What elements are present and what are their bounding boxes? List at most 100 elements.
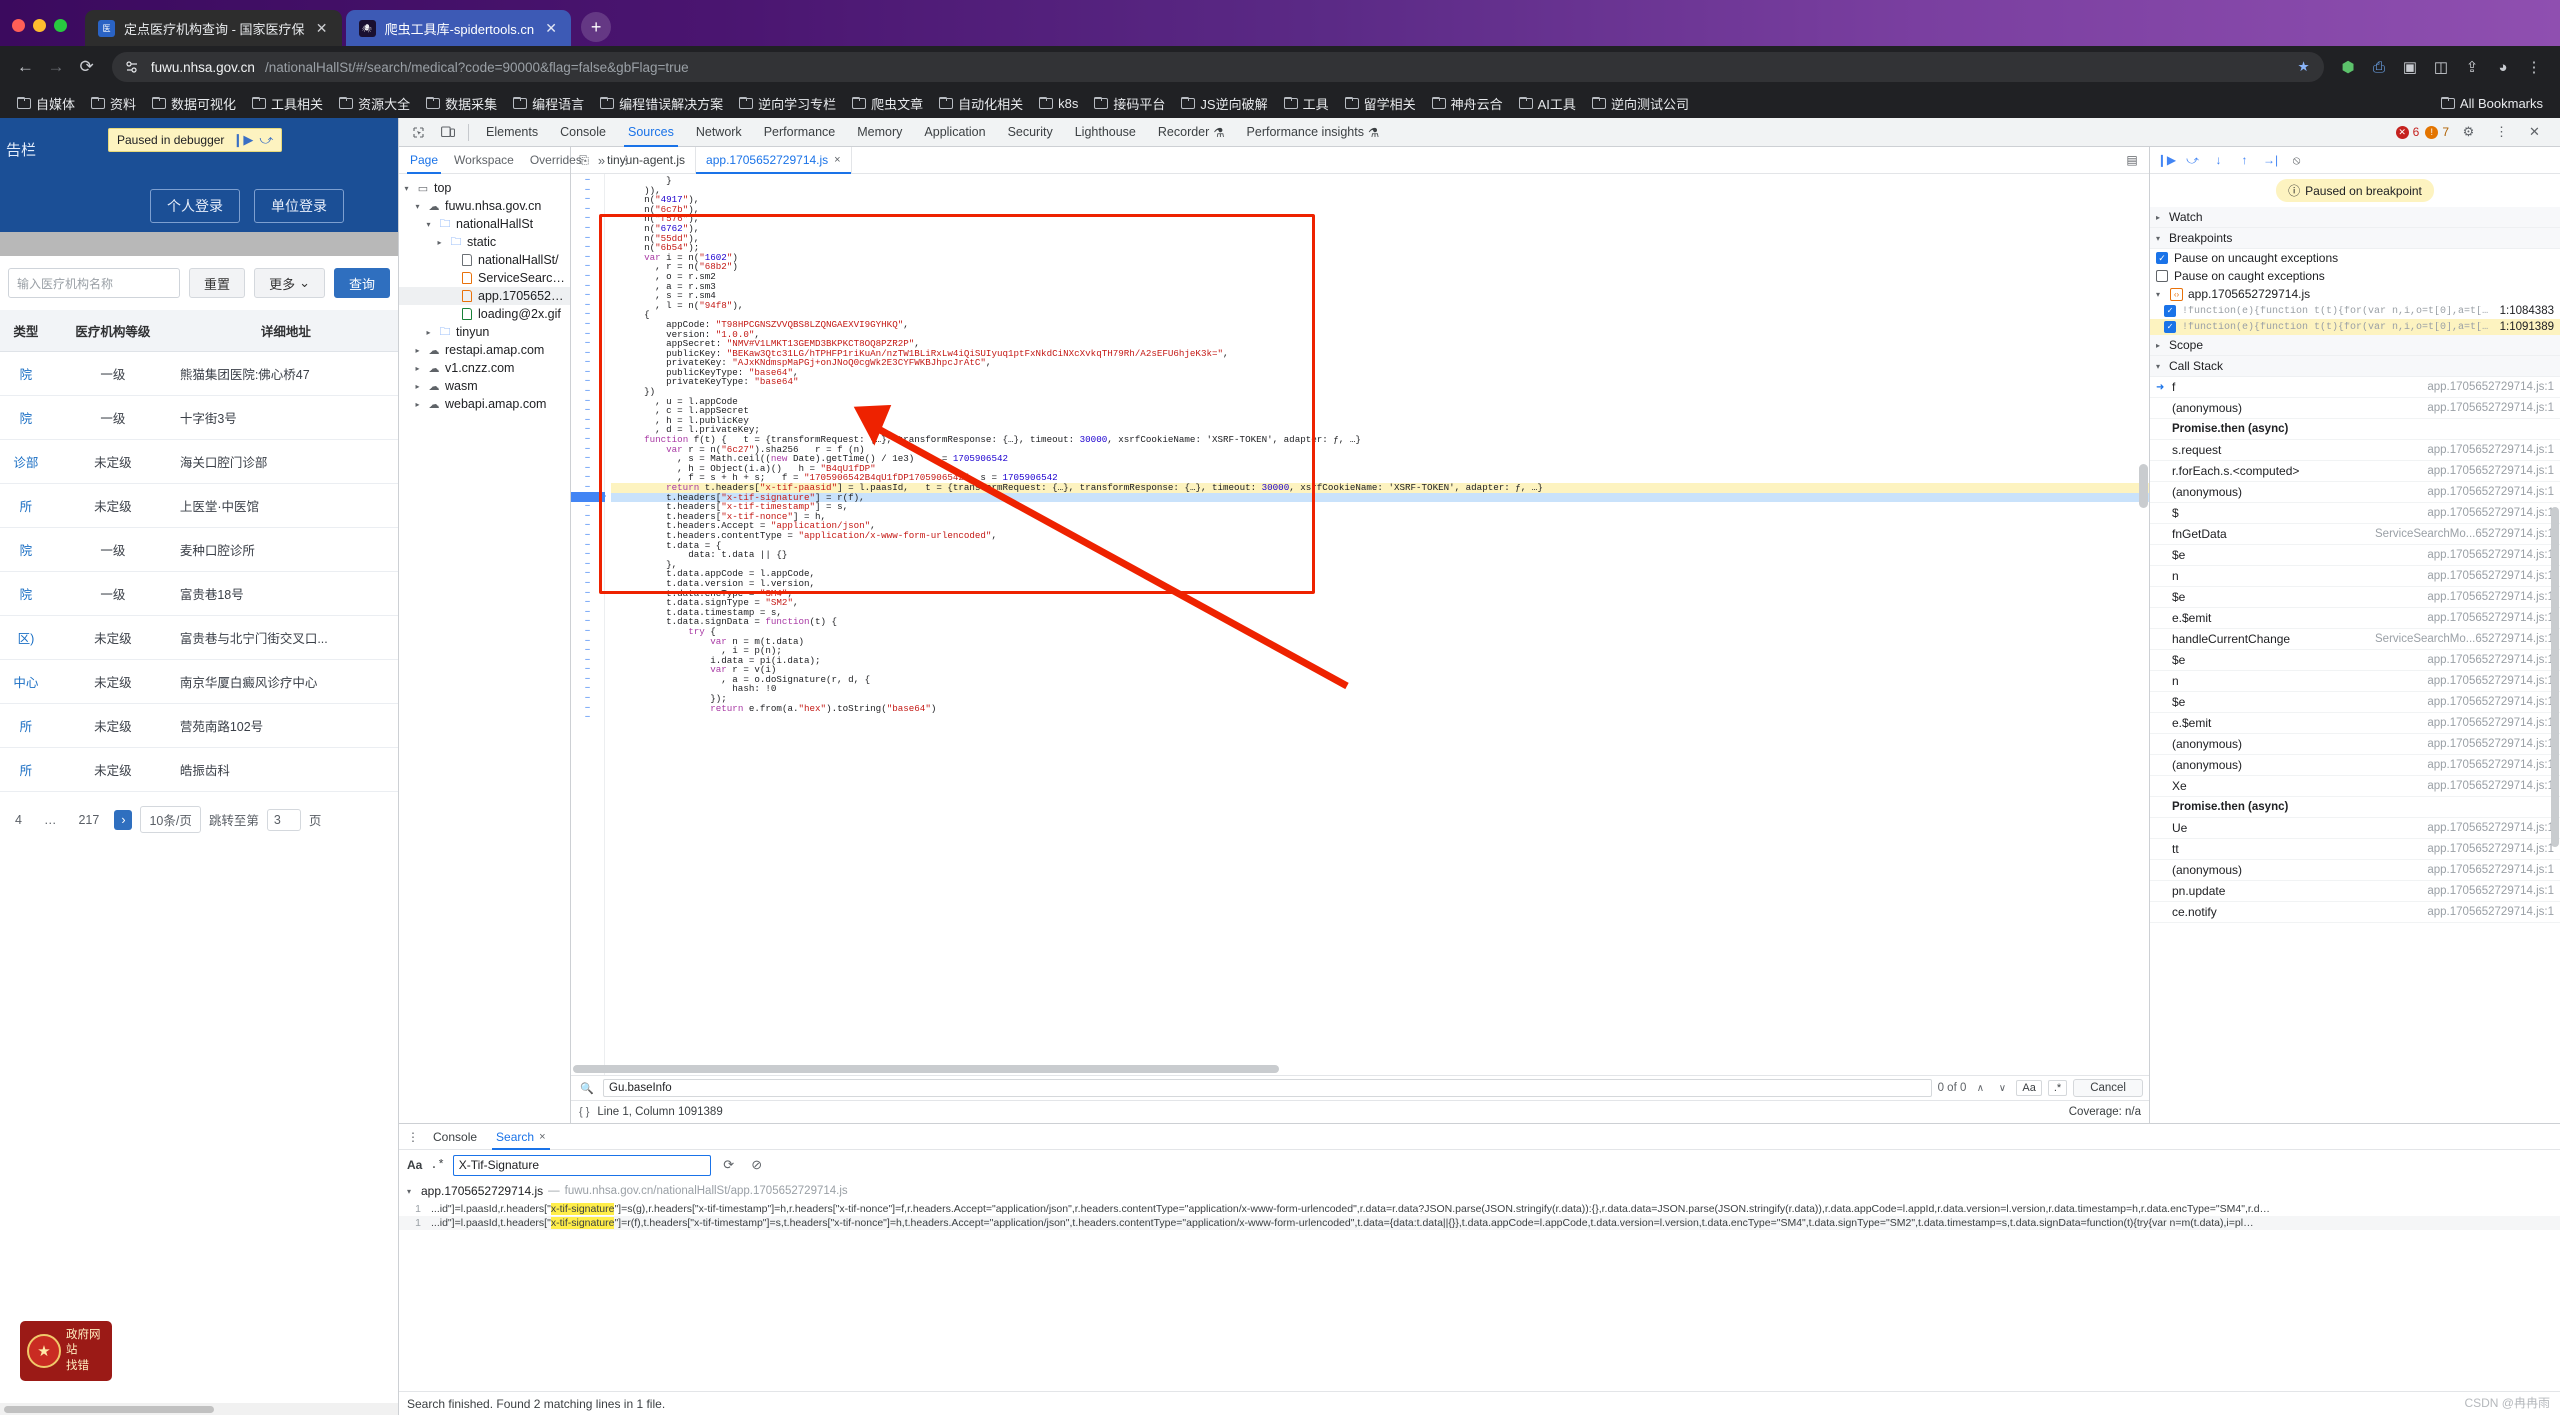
forward-button[interactable]: →	[43, 52, 70, 82]
tab-performance[interactable]: Performance	[754, 118, 846, 147]
breakpoint-item[interactable]: ✓ !function(e){function t(t){for(var n,i…	[2150, 303, 2560, 319]
gear-icon[interactable]: ⚙	[2455, 120, 2482, 145]
maximize-window-button[interactable]	[54, 19, 67, 32]
tree-node-folder-static[interactable]: ▸ 🗀 static	[399, 233, 570, 251]
step-out-icon[interactable]: ↑	[2233, 149, 2256, 171]
tab-network[interactable]: Network	[686, 118, 752, 147]
close-tab-1-icon[interactable]: ✕	[314, 20, 330, 37]
address-bar[interactable]: fuwu.nhsa.gov.cn/nationalHallSt/#/search…	[111, 52, 2325, 82]
device-toolbar-icon[interactable]	[434, 120, 461, 145]
jump-to-input[interactable]: 3	[266, 808, 301, 831]
bookmark-item[interactable]: 数据可视化	[145, 90, 243, 117]
tab-security[interactable]: Security	[998, 118, 1063, 147]
bookmark-item[interactable]: 资源大全	[332, 90, 417, 117]
back-button[interactable]: ←	[12, 52, 39, 82]
all-bookmarks-button[interactable]: All Bookmarks	[2434, 92, 2550, 115]
bookmark-item[interactable]: 神舟云合	[1425, 90, 1510, 117]
bookmark-item[interactable]: 资料	[84, 90, 143, 117]
find-regex-button[interactable]: .*	[2047, 1080, 2068, 1096]
find-previous-icon[interactable]: ∧	[1972, 1083, 1988, 1094]
caret-icon[interactable]: ▾	[2156, 290, 2165, 299]
breakpoint-file-group[interactable]: ▾ ‹› app.1705652729714.js	[2150, 285, 2560, 303]
tab-recorder[interactable]: Recorder ⚗	[1148, 118, 1235, 147]
resume-script-icon[interactable]: ❙▶	[232, 132, 253, 148]
table-row[interactable]: 所未定级 皓振齿科	[0, 747, 398, 792]
tree-node-folder-tinyun[interactable]: ▸ 🗀 tinyun	[399, 323, 570, 341]
drawer-search-input[interactable]: X-Tif-Signature	[452, 1154, 711, 1176]
search-result-row[interactable]: 1 ...id"]=l.paasId,t.headers["x-tif-sign…	[399, 1216, 2560, 1230]
editor-code-text[interactable]: } )), n("4917"), n("6c7b"), n("f576"), n…	[605, 174, 2149, 1075]
next-page-button[interactable]: ›	[114, 809, 133, 830]
tree-node-folder-nationalhallst[interactable]: ▾ 🗀 nationalHallSt	[399, 215, 570, 233]
reset-button[interactable]: 重置	[189, 268, 246, 298]
call-stack-frame[interactable]: e.$emit app.1705652729714.js:1	[2150, 608, 2560, 629]
bookmark-item[interactable]: 数据采集	[419, 90, 504, 117]
call-stack-frame[interactable]: ➜ f app.1705652729714.js:1	[2150, 377, 2560, 398]
tree-node-v1-cnzz[interactable]: ▸ ☁ v1.cnzz.com	[399, 359, 570, 377]
twisty-icon[interactable]: ▾	[401, 184, 412, 193]
section-breakpoints[interactable]: ▾ Breakpoints	[2150, 228, 2560, 249]
caret-icon[interactable]: ▸	[2156, 213, 2165, 222]
bookmark-item[interactable]: 逆向测试公司	[1585, 90, 1696, 117]
twisty-icon[interactable]: ▾	[412, 202, 423, 211]
section-scope[interactable]: ▸ Scope	[2150, 335, 2560, 356]
tab-application[interactable]: Application	[914, 118, 995, 147]
tree-node-domain[interactable]: ▾ ☁ fuwu.nhsa.gov.cn	[399, 197, 570, 215]
bookmark-item[interactable]: 留学相关	[1338, 90, 1423, 117]
tab-lighthouse[interactable]: Lighthouse	[1065, 118, 1146, 147]
tree-node-doc-nationalhallst[interactable]: nationalHallSt/	[399, 251, 570, 269]
bookmark-item[interactable]: AI工具	[1512, 90, 1583, 117]
drawer-tab-search[interactable]: Search ×	[488, 1124, 553, 1150]
call-stack-frame[interactable]: ce.notify app.1705652729714.js:1	[2150, 902, 2560, 923]
caret-icon[interactable]: ▾	[2156, 362, 2165, 371]
tree-node-wasm[interactable]: ▸ ☁ wasm	[399, 377, 570, 395]
bookmark-item[interactable]: 自动化相关	[932, 90, 1030, 117]
call-stack-frame[interactable]: (anonymous) app.1705652729714.js:1	[2150, 482, 2560, 503]
bookmark-item[interactable]: 工具	[1277, 90, 1336, 117]
devtools-kebab-icon[interactable]: ⋮	[2488, 120, 2515, 145]
step-over-icon[interactable]: ⤻	[259, 132, 273, 148]
resume-script-icon[interactable]: ❙▶	[2155, 149, 2178, 171]
twisty-icon[interactable]: ▸	[412, 400, 423, 409]
table-row[interactable]: 院一级 十字街3号	[0, 395, 398, 440]
editor-horizontal-scrollbar[interactable]	[573, 1065, 1279, 1073]
editor-vertical-scrollbar[interactable]	[2139, 464, 2148, 508]
search-regex-button[interactable]: .*	[430, 1158, 444, 1172]
tree-node-top[interactable]: ▾ ▭ top	[399, 179, 570, 197]
pause-caught-checkbox[interactable]	[2156, 270, 2168, 282]
tree-node-app-js[interactable]: app.1705652729714.js	[399, 287, 570, 305]
browser-tab-1[interactable]: 医 定点医疗机构查询 - 国家医疗保 ✕	[85, 10, 342, 46]
call-stack-frame[interactable]: (anonymous) app.1705652729714.js:1	[2150, 860, 2560, 881]
browser-tab-2[interactable]: 🕷 爬虫工具库-spidertools.cn ✕	[345, 10, 572, 46]
table-row[interactable]: 院一级 富贵巷18号	[0, 571, 398, 616]
bookmark-item[interactable]: 自媒体	[10, 90, 82, 117]
tab-console[interactable]: Console	[550, 118, 616, 147]
tree-node-restapi-amap[interactable]: ▸ ☁ restapi.amap.com	[399, 341, 570, 359]
step-icon[interactable]: →|	[2259, 149, 2282, 171]
bookmark-item[interactable]: 爬虫文章	[845, 90, 930, 117]
navtab-workspace[interactable]: Workspace	[447, 147, 521, 174]
inspect-element-icon[interactable]	[405, 120, 432, 145]
caret-icon[interactable]: ▾	[2156, 234, 2165, 243]
file-tab-app-js[interactable]: app.1705652729714.js ×	[696, 146, 852, 174]
twisty-icon[interactable]: ▸	[412, 364, 423, 373]
call-stack-frame[interactable]: $ app.1705652729714.js:1	[2150, 503, 2560, 524]
translate-icon[interactable]: ⎙	[2365, 53, 2393, 81]
twisty-icon[interactable]: ▸	[412, 346, 423, 355]
error-count-badge[interactable]: ✕ 6	[2395, 125, 2419, 139]
page-scrollbar-thumb[interactable]	[4, 1406, 214, 1413]
tree-node-servicesearchmodule-js[interactable]: ServiceSearchModule.1705652729	[399, 269, 570, 287]
bookmark-star-icon[interactable]: ★	[2295, 59, 2312, 76]
tab-sources[interactable]: Sources	[618, 118, 684, 147]
twisty-icon[interactable]: ▸	[412, 382, 423, 391]
table-row[interactable]: 院一级 熊猫集团医院:佛心桥47	[0, 351, 398, 396]
bookmark-item[interactable]: 接码平台	[1087, 90, 1172, 117]
menu-kebab-icon[interactable]: ⋮	[2520, 53, 2548, 81]
tree-node-loading-gif[interactable]: loading@2x.gif	[399, 305, 570, 323]
page-button-217[interactable]: 217	[71, 810, 106, 830]
split-icon[interactable]: ◫	[2427, 53, 2455, 81]
warning-count-badge[interactable]: ! 7	[2425, 125, 2449, 139]
call-stack-frame[interactable]: pn.update app.1705652729714.js:1	[2150, 881, 2560, 902]
gov-site-badge[interactable]: ★ 政府网站 找错	[20, 1321, 112, 1381]
call-stack-frame[interactable]: $e app.1705652729714.js:1	[2150, 692, 2560, 713]
